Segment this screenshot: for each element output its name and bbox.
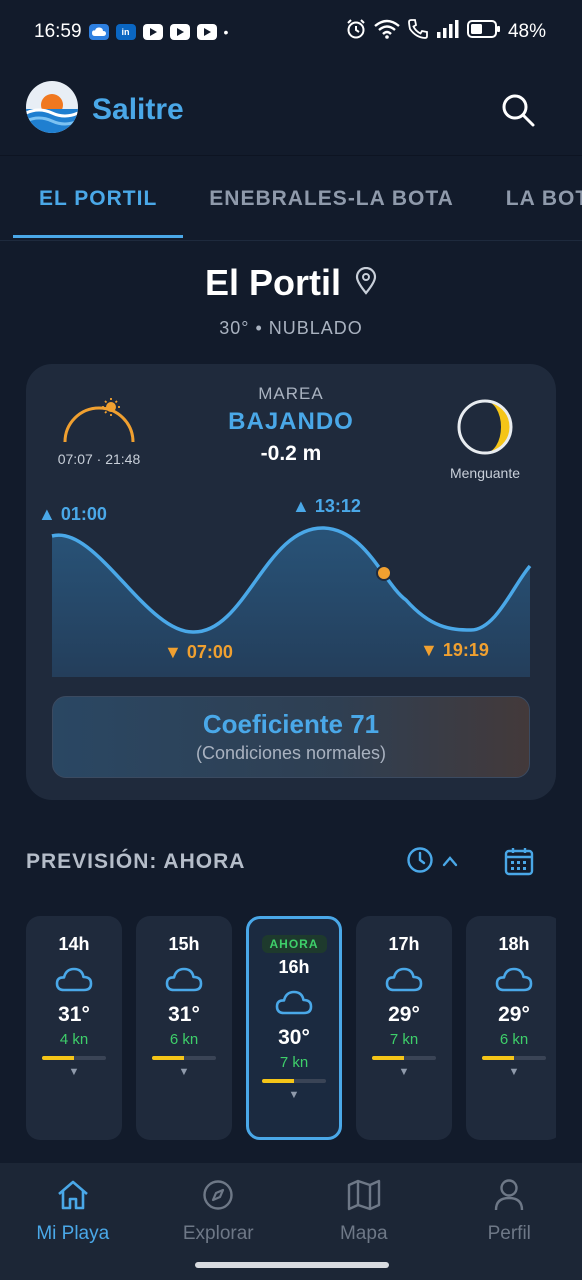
cloud-icon	[26, 965, 122, 999]
high-tide-1: ▲ 01:00	[38, 504, 107, 524]
calendar-icon[interactable]	[504, 846, 534, 881]
wind-bar-fill	[152, 1056, 184, 1060]
coefficient-description: (Condiciones normales)	[195, 743, 387, 763]
coefficient-box[interactable]: Coeficiente 71 (Condiciones normales)	[52, 696, 530, 778]
moon-phase-icon	[456, 399, 514, 460]
map-icon	[291, 1177, 437, 1213]
location-header: El Portil 30° • NUBLADO	[0, 262, 582, 339]
app-title: Salitre	[92, 92, 184, 126]
nav-label: Mapa	[339, 1223, 388, 1244]
high-tide-2: ▲ 13:12	[292, 496, 361, 516]
hour-temp: 30°	[278, 1026, 310, 1049]
user-icon	[437, 1177, 582, 1213]
youtube-icon	[142, 24, 163, 40]
low-tide-1: ▼ 07:00	[164, 642, 233, 662]
cloud-icon	[88, 24, 109, 40]
wifi-icon	[374, 19, 400, 45]
status-time: 16:59	[34, 21, 82, 42]
hour-time: 18h	[498, 934, 530, 954]
coefficient-value: Coeficiente 71	[202, 709, 380, 739]
battery-icon	[466, 19, 501, 45]
battery-level: 48%	[507, 21, 546, 42]
forecast-header: PREVISIÓN: AHORA	[26, 842, 556, 882]
nav-label: Explorar	[182, 1223, 254, 1244]
wind-bar-fill	[482, 1056, 514, 1060]
hour-card-18h[interactable]: 18h 29° 6 kn ▼	[466, 916, 556, 1140]
compass-icon	[146, 1177, 292, 1213]
cloud-icon	[356, 965, 452, 999]
location-summary: 30° • NUBLADO	[219, 318, 363, 338]
hour-wind: 6 kn	[499, 1031, 529, 1048]
moon-phase-label: Menguante	[449, 465, 521, 481]
linkedin-icon: in	[115, 24, 136, 40]
search-icon[interactable]	[500, 92, 536, 128]
beach-tabs: EL PORTIL ENEBRALES-LA BOTA LA BOT	[0, 157, 582, 241]
app-logo	[26, 81, 78, 138]
youtube-icon	[196, 24, 217, 40]
hour-time: 17h	[388, 934, 420, 954]
nav-label: Mi Playa	[36, 1223, 110, 1244]
call-icon	[407, 18, 429, 46]
signal-icon	[436, 19, 460, 45]
wind-bar	[262, 1079, 326, 1083]
hour-wind: 6 kn	[169, 1031, 199, 1048]
forecast-title: PREVISIÓN: AHORA	[26, 850, 246, 873]
hour-card-15h[interactable]: 15h 31° 6 kn ▼	[136, 916, 232, 1140]
location-pin-icon[interactable]	[355, 262, 377, 304]
hour-card-16h-now[interactable]: AHORA 16h 30° 7 kn ▼	[246, 916, 342, 1140]
home-icon	[0, 1177, 146, 1213]
app-bar: Salitre	[0, 64, 582, 156]
hour-temp: 31°	[58, 1003, 90, 1026]
nav-perfil[interactable]: Perfil	[437, 1163, 582, 1280]
expand-arrow-icon[interactable]: ▼	[356, 1066, 452, 1078]
hour-temp: 29°	[388, 1003, 420, 1026]
alarm-icon	[345, 18, 367, 46]
hour-wind: 7 kn	[279, 1054, 309, 1071]
expand-arrow-icon[interactable]: ▼	[26, 1066, 122, 1078]
location-name: El Portil	[204, 262, 342, 303]
now-badge: AHORA	[261, 935, 327, 953]
moon-block: Menguante	[440, 398, 530, 481]
wind-bar	[42, 1056, 106, 1060]
wind-bar	[152, 1056, 216, 1060]
wind-bar-fill	[372, 1056, 404, 1060]
hour-card-17h[interactable]: 17h 29° 7 kn ▼	[356, 916, 452, 1140]
hour-time: 15h	[168, 934, 200, 954]
tab-enebrales-la-bota[interactable]: ENEBRALES-LA BOTA	[183, 157, 480, 240]
wind-bar	[482, 1056, 546, 1060]
tide-card: 07:07 · 21:48 MAREA BAJANDO -0.2 m Mengu…	[26, 364, 556, 800]
hour-card-14h[interactable]: 14h 31° 4 kn ▼	[26, 916, 122, 1140]
tide-chart: ▲ 01:00 ▲ 13:12 ▼ 07:00 ▼ 19:19	[26, 494, 556, 684]
cloud-icon	[136, 965, 232, 999]
hour-time: 14h	[58, 934, 90, 954]
hour-wind: 4 kn	[59, 1031, 89, 1048]
home-indicator[interactable]	[195, 1262, 389, 1268]
status-bar: 16:59 in • 48%	[0, 0, 582, 64]
notification-dot: •	[223, 24, 229, 40]
current-tide-marker	[376, 565, 392, 581]
cloud-icon	[466, 965, 556, 999]
hourly-forecast: 14h 31° 4 kn ▼ 15h 31° 6 kn ▼ AHORA 16h …	[26, 916, 556, 1142]
cloud-icon	[249, 988, 339, 1022]
expand-arrow-icon[interactable]: ▼	[136, 1066, 232, 1078]
tab-la-bota[interactable]: LA BOT	[480, 157, 582, 240]
wind-bar	[372, 1056, 436, 1060]
clock-icon	[406, 846, 434, 879]
expand-arrow-icon[interactable]: ▼	[249, 1089, 339, 1101]
nav-mi-playa[interactable]: Mi Playa	[0, 1163, 146, 1280]
hour-temp: 29°	[498, 1003, 530, 1026]
wind-bar-fill	[262, 1079, 294, 1083]
hour-time: 16h	[278, 957, 310, 977]
low-tide-2: ▼ 19:19	[420, 640, 489, 660]
chevron-up-icon	[442, 854, 458, 872]
wind-bar-fill	[42, 1056, 74, 1060]
time-selector[interactable]	[406, 846, 458, 879]
hour-wind: 7 kn	[389, 1031, 419, 1048]
nav-label: Perfil	[487, 1223, 531, 1244]
hour-temp: 31°	[168, 1003, 200, 1026]
tab-el-portil[interactable]: EL PORTIL	[13, 157, 184, 240]
youtube-icon	[169, 24, 190, 40]
expand-arrow-icon[interactable]: ▼	[466, 1066, 556, 1078]
